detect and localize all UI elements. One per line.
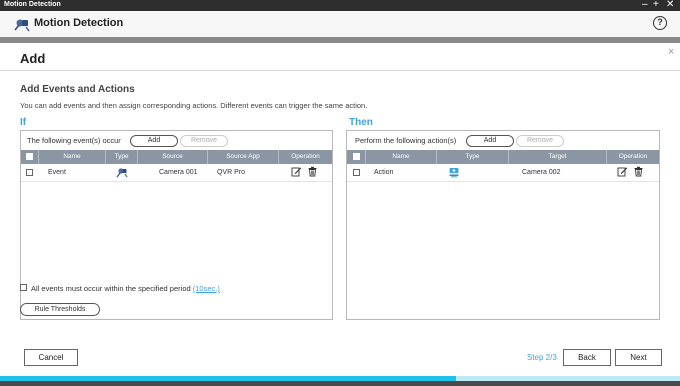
action-row-checkbox[interactable] [353,169,360,176]
delete-icon[interactable] [633,166,644,177]
actions-panel: Perform the following action(s) Add Remo… [346,130,660,320]
events-col-name: Name [39,150,106,164]
dialog-close-icon[interactable]: × [668,46,674,58]
action-target: Camera 002 [522,169,561,176]
dialog-title: Add [20,51,46,66]
next-button[interactable]: Next [615,349,662,366]
event-row-checkbox[interactable] [26,169,33,176]
period-condition-text: All events must occur within the specifi… [31,284,191,293]
events-col-source: Source [138,150,208,164]
remove-event-button[interactable]: Remove [180,135,228,147]
event-name: Event [48,169,66,176]
bottom-band [0,381,680,386]
events-col-type: Type [106,150,138,164]
maximize-icon[interactable]: + [653,0,659,11]
help-icon[interactable]: ? [653,16,667,30]
table-row: Action Camera 002 [347,164,659,181]
actions-col-name: Name [366,150,437,164]
edit-icon[interactable] [291,166,302,177]
events-col-operation: Operation [291,153,320,160]
table-row: Event Camera 001 QVR Pro [21,164,332,181]
actions-select-all-cell [347,150,366,164]
back-button[interactable]: Back [563,349,611,366]
add-action-button[interactable]: Add [466,135,514,147]
then-heading: Then [349,117,373,128]
period-link[interactable]: (10sec.) [193,284,220,293]
actions-toolbar: Perform the following action(s) Add Remo… [347,131,659,149]
actions-toolbar-label: Perform the following action(s) [355,136,457,145]
events-toolbar: The following event(s) occur Add Remove [21,131,332,149]
events-select-all-cell [21,150,39,164]
events-select-all-checkbox[interactable] [26,153,33,160]
period-condition-checkbox[interactable] [20,284,27,291]
actions-col-target: Target [509,150,607,164]
app-header: Motion Detection ? [0,11,680,37]
camera-action-icon [449,168,459,178]
event-source: Camera 001 [159,169,198,176]
action-name: Action [374,169,394,176]
motion-detection-app-icon [14,19,30,32]
add-dialog: Add × Add Events and Actions You can add… [0,43,680,376]
window-close-icon[interactable]: ✕ [666,0,674,11]
actions-select-all-checkbox[interactable] [353,153,360,160]
cancel-button[interactable]: Cancel [24,349,78,366]
dialog-header: Add × [0,43,680,71]
window-titlebar: Motion Detection – + ✕ [0,0,680,11]
actions-col-type: Type [437,150,509,164]
actions-table-header: Name Type Target Operation [347,150,659,164]
section-title: Add Events and Actions [20,84,135,95]
events-table-header: Name Type Source Source App Operation [21,150,332,164]
remove-action-button[interactable]: Remove [516,135,564,147]
delete-icon[interactable] [307,166,318,177]
edit-icon[interactable] [617,166,628,177]
row-divider [347,181,659,182]
actions-col-operation: Operation [618,153,648,160]
minimize-icon[interactable]: – [642,0,648,11]
app-title: Motion Detection [34,17,124,29]
event-source-app: QVR Pro [217,169,246,176]
events-toolbar-label: The following event(s) occur [27,136,121,145]
if-heading: If [20,117,27,128]
motion-detection-icon [116,168,128,178]
section-description: You can add events and then assign corre… [20,101,368,110]
window-title: Motion Detection [4,1,61,8]
step-indicator: Step 2/3 [527,353,557,362]
rule-thresholds-button[interactable]: Rule Thresholds [20,303,100,316]
row-divider [21,181,332,182]
period-condition-label: All events must occur within the specifi… [31,284,220,293]
add-event-button[interactable]: Add [130,135,178,147]
events-col-source-app: Source App [208,150,279,164]
